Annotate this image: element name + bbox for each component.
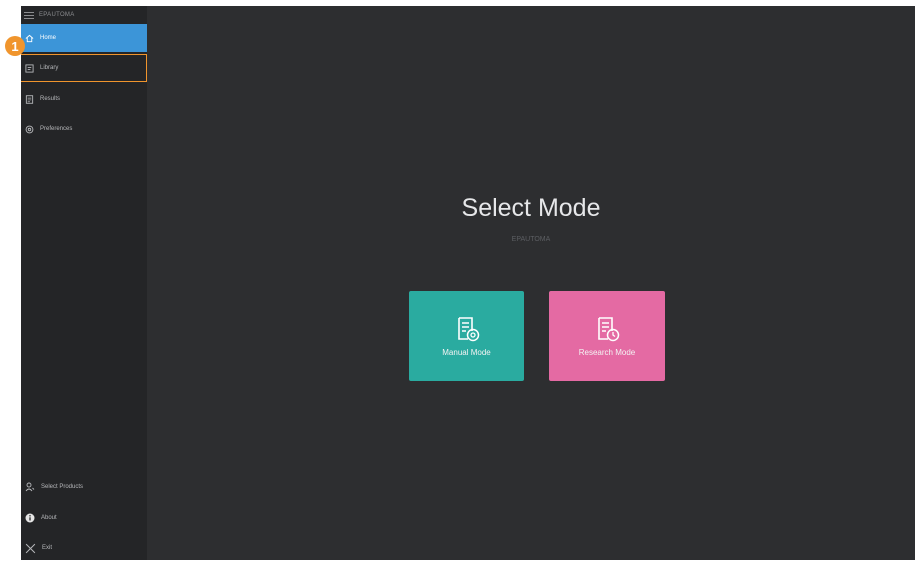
annotation-badge: 1 — [5, 36, 25, 56]
sidebar-item-results[interactable]: Results — [21, 85, 147, 113]
manual-mode-icon — [457, 317, 479, 342]
manual-mode-button[interactable]: Manual Mode — [409, 291, 524, 381]
sidebar-item-label: Library — [40, 65, 59, 71]
preferences-icon — [25, 125, 34, 133]
sidebar-item-label: Home — [40, 35, 57, 41]
main-content: Select Mode EPAUTOMA Manual Mode Researc… — [147, 6, 915, 560]
sidebar-item-exit[interactable]: Exit — [21, 534, 147, 560]
sidebar-item-home[interactable]: Home — [21, 24, 147, 52]
sidebar-item-label: Select Products — [41, 484, 84, 490]
sidebar-header: EPAUTOMA — [21, 6, 150, 24]
page-subtitle: EPAUTOMA — [511, 236, 551, 243]
sidebar-item-preferences[interactable]: Preferences — [21, 115, 147, 143]
app-window: EPAUTOMA Home Library Results Preference… — [21, 6, 915, 560]
sidebar-item-about[interactable]: About — [21, 504, 147, 532]
user-icon — [25, 482, 35, 492]
close-icon — [25, 543, 36, 553]
library-icon — [25, 63, 34, 73]
sidebar-item-label: Exit — [42, 545, 53, 551]
sidebar-item-label: Preferences — [40, 126, 73, 132]
sidebar-item-select-products[interactable]: Select Products — [21, 473, 147, 501]
sidebar-item-label: About — [41, 515, 57, 521]
sidebar-item-library[interactable]: Library — [21, 54, 147, 82]
results-icon — [25, 94, 34, 104]
app-name: EPAUTOMA — [39, 12, 75, 18]
research-mode-label: Research Mode — [578, 348, 636, 357]
research-mode-button[interactable]: Research Mode — [549, 291, 665, 381]
page-title: Select Mode — [461, 194, 601, 222]
manual-mode-label: Manual Mode — [442, 348, 491, 357]
hamburger-menu-icon[interactable] — [24, 11, 34, 19]
sidebar-item-label: Results — [40, 96, 61, 102]
home-icon — [25, 34, 34, 42]
research-mode-icon — [598, 317, 620, 342]
info-icon — [25, 513, 35, 523]
sidebar: EPAUTOMA Home Library Results Preference… — [21, 6, 147, 560]
